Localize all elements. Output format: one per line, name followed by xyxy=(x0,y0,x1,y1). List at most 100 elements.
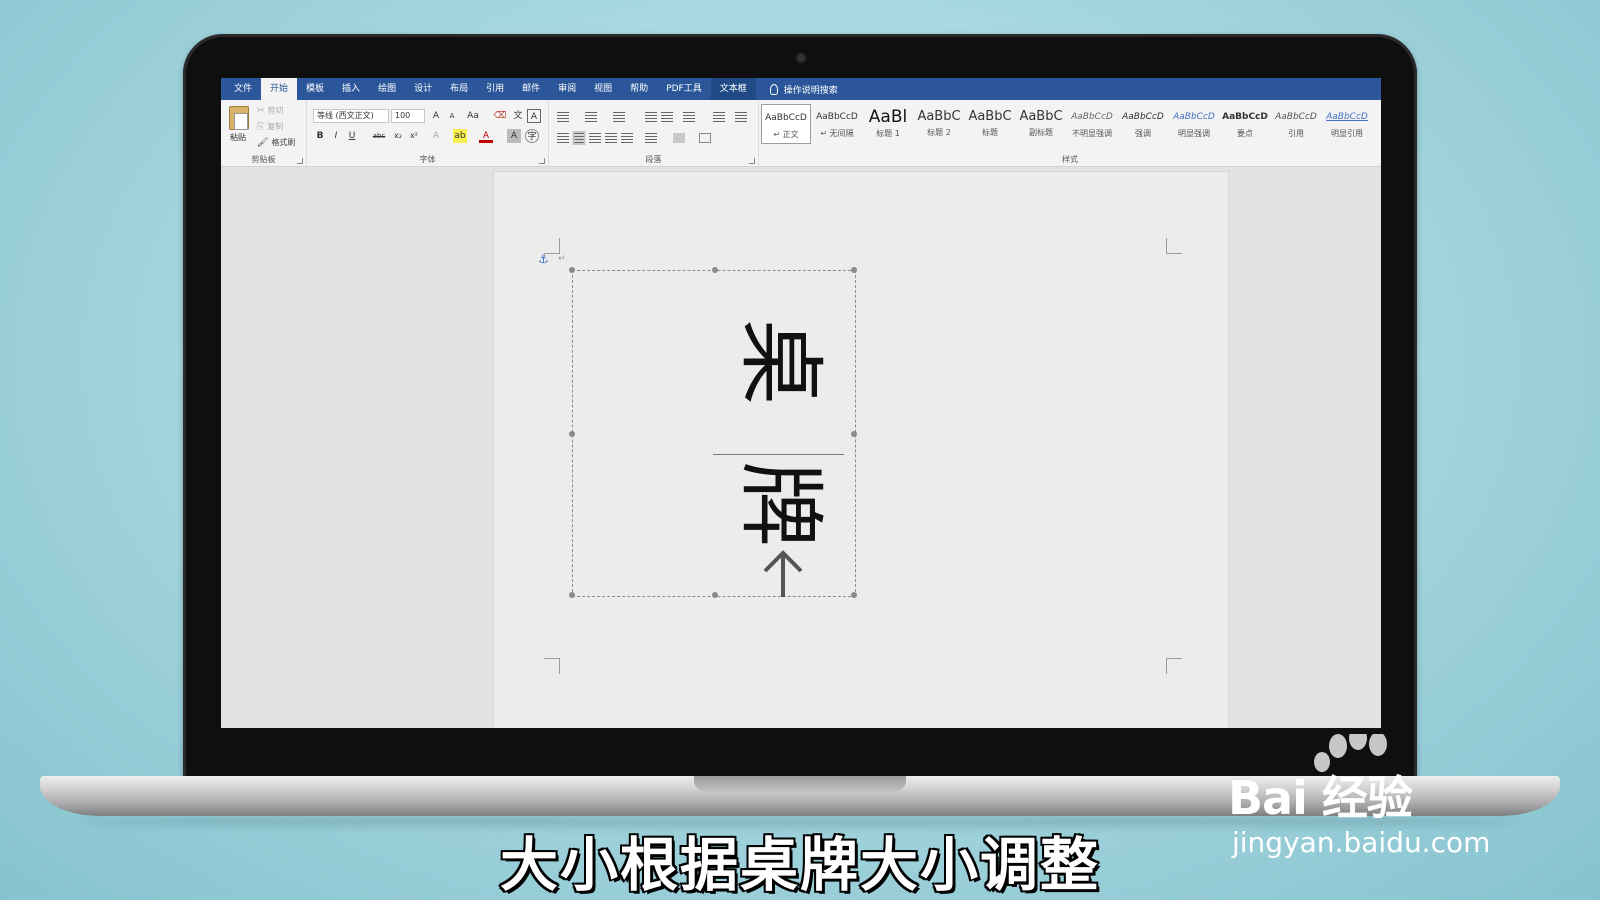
highlight-icon[interactable]: ab xyxy=(453,129,467,143)
text-effects-icon[interactable]: A xyxy=(429,129,443,143)
style-strong[interactable]: AaBbCcD 要点 xyxy=(1220,104,1270,144)
textbox-divider xyxy=(713,454,844,455)
show-marks-icon[interactable] xyxy=(735,112,747,122)
word-window: 文件 开始 模板 插入 绘图 设计 布局 引用 邮件 审阅 视图 帮助 PDF工… xyxy=(221,78,1381,728)
superscript-icon[interactable]: x² xyxy=(407,129,421,143)
resize-handle[interactable] xyxy=(569,431,575,437)
align-left-icon[interactable] xyxy=(557,133,569,143)
laptop-notch xyxy=(694,776,906,792)
resize-handle[interactable] xyxy=(851,431,857,437)
resize-handle[interactable] xyxy=(569,592,575,598)
font-size-select[interactable]: 100 xyxy=(391,109,425,123)
copy-button[interactable]: ⎘ 复制 xyxy=(257,121,283,132)
font-launcher-icon[interactable] xyxy=(539,158,545,164)
resize-handle[interactable] xyxy=(851,592,857,598)
tab-template[interactable]: 模板 xyxy=(297,78,333,100)
style-no-spacing[interactable]: AaBbCcD ↵ 无间隔 xyxy=(812,104,862,144)
tab-layout[interactable]: 布局 xyxy=(441,78,477,100)
shading-icon[interactable] xyxy=(673,133,685,143)
style-subtitle[interactable]: AaBbC 副标题 xyxy=(1016,104,1066,144)
tab-draw[interactable]: 绘图 xyxy=(369,78,405,100)
style-quote[interactable]: AaBbCcD 引用 xyxy=(1271,104,1321,144)
text-box[interactable]: 桌 牌 xyxy=(569,267,857,598)
strikethrough-icon[interactable]: abc xyxy=(369,129,389,143)
bold-icon[interactable]: B xyxy=(313,129,327,143)
phonetic-guide-icon[interactable]: 文 xyxy=(511,109,525,123)
paragraph-mark-icon: ↵ xyxy=(558,254,566,264)
anchor-icon[interactable]: ⚓ xyxy=(538,252,549,266)
font-name-select[interactable]: 等线 (西文正文) xyxy=(313,109,389,123)
style-heading-2[interactable]: AaBbC 标题 2 xyxy=(914,104,964,144)
style-name: 标题 1 xyxy=(876,129,900,138)
cut-button[interactable]: ✂ 剪切 xyxy=(257,105,284,116)
tab-home[interactable]: 开始 xyxy=(261,78,298,100)
style-intense-emphasis[interactable]: AaBbCcD 明显强调 xyxy=(1169,104,1219,144)
margin-mark xyxy=(544,658,560,674)
underline-icon[interactable]: U xyxy=(345,129,359,143)
margin-mark xyxy=(1166,238,1182,254)
grow-font-icon[interactable]: A xyxy=(429,109,443,123)
style-sample: AaBbCcD xyxy=(816,112,858,122)
decrease-indent-icon[interactable] xyxy=(645,112,657,122)
shrink-font-icon[interactable]: A xyxy=(445,109,459,123)
line-spacing-icon[interactable] xyxy=(645,133,657,143)
increase-indent-icon[interactable] xyxy=(661,112,673,122)
font-color-icon[interactable]: A xyxy=(479,129,493,143)
style-heading-1[interactable]: AaBl 标题 1 xyxy=(863,104,913,144)
tab-file[interactable]: 文件 xyxy=(225,78,261,100)
format-painter-button[interactable]: 🖌 格式刷 xyxy=(257,137,295,148)
distributed-icon[interactable] xyxy=(621,133,633,143)
borders-icon[interactable] xyxy=(699,133,711,143)
tab-insert[interactable]: 插入 xyxy=(333,78,369,100)
subscript-icon[interactable]: x₂ xyxy=(391,129,405,143)
style-emphasis[interactable]: AaBbCcD 强调 xyxy=(1118,104,1168,144)
styles-group-label: 样式 xyxy=(1062,155,1078,164)
ribbon-tab-bar: 文件 开始 模板 插入 绘图 设计 布局 引用 邮件 审阅 视图 帮助 PDF工… xyxy=(221,78,1381,100)
align-center-icon[interactable] xyxy=(572,131,586,145)
document-page[interactable]: ⚓ ↵ 桌 牌 xyxy=(494,172,1228,728)
style-sample: AaBbC xyxy=(1019,109,1063,124)
paragraph-launcher-icon[interactable] xyxy=(749,158,755,164)
style-normal[interactable]: AaBbCcD ↵ 正文 xyxy=(761,104,811,144)
copy-label: 复制 xyxy=(267,122,284,131)
style-intense-quote[interactable]: AaBbCcD 明显引用 xyxy=(1322,104,1372,144)
resize-handle[interactable] xyxy=(569,267,575,273)
style-name: 标题 2 xyxy=(927,128,951,137)
tab-help[interactable]: 帮助 xyxy=(621,78,657,100)
italic-icon[interactable]: I xyxy=(329,129,343,143)
watermark-url: jingyan.baidu.com xyxy=(1232,826,1491,859)
style-sample: AaBbCcD xyxy=(1071,112,1113,122)
paste-icon[interactable] xyxy=(229,106,249,130)
tab-review[interactable]: 审阅 xyxy=(549,78,585,100)
enclose-char-icon[interactable]: 字 xyxy=(525,129,539,143)
char-shading-icon[interactable]: A xyxy=(507,129,521,143)
asian-layout-icon[interactable] xyxy=(683,112,695,122)
change-case-icon[interactable]: Aa xyxy=(463,109,483,123)
style-subtle-emphasis[interactable]: AaBbCcD 不明显强调 xyxy=(1067,104,1117,144)
tab-view[interactable]: 视图 xyxy=(585,78,621,100)
paste-button[interactable]: 粘贴 xyxy=(230,132,246,143)
tab-pdf-tools[interactable]: PDF工具 xyxy=(657,78,711,100)
tab-references[interactable]: 引用 xyxy=(477,78,513,100)
sort-icon[interactable] xyxy=(713,112,725,122)
resize-handle[interactable] xyxy=(712,267,718,273)
resize-handle[interactable] xyxy=(712,592,718,598)
cut-label: 剪切 xyxy=(267,106,284,115)
bullets-icon[interactable] xyxy=(557,112,569,122)
align-right-icon[interactable] xyxy=(589,133,601,143)
tab-mailings[interactable]: 邮件 xyxy=(513,78,549,100)
paragraph-group-label: 段落 xyxy=(645,155,662,164)
style-title[interactable]: AaBbC 标题 xyxy=(965,104,1015,144)
char-border-icon[interactable]: A xyxy=(527,109,541,123)
tab-design[interactable]: 设计 xyxy=(405,78,441,100)
resize-handle[interactable] xyxy=(851,267,857,273)
style-name: 明显强调 xyxy=(1178,129,1210,138)
multilevel-list-icon[interactable] xyxy=(613,112,625,122)
tab-textbox[interactable]: 文本框 xyxy=(710,78,756,100)
tell-me-search[interactable]: 操作说明搜索 xyxy=(769,83,838,96)
clear-format-icon[interactable]: ⌫ xyxy=(493,109,507,123)
justify-icon[interactable] xyxy=(605,133,617,143)
clipboard-launcher-icon[interactable] xyxy=(297,158,303,164)
margin-mark xyxy=(1166,658,1182,674)
numbering-icon[interactable] xyxy=(585,112,597,122)
